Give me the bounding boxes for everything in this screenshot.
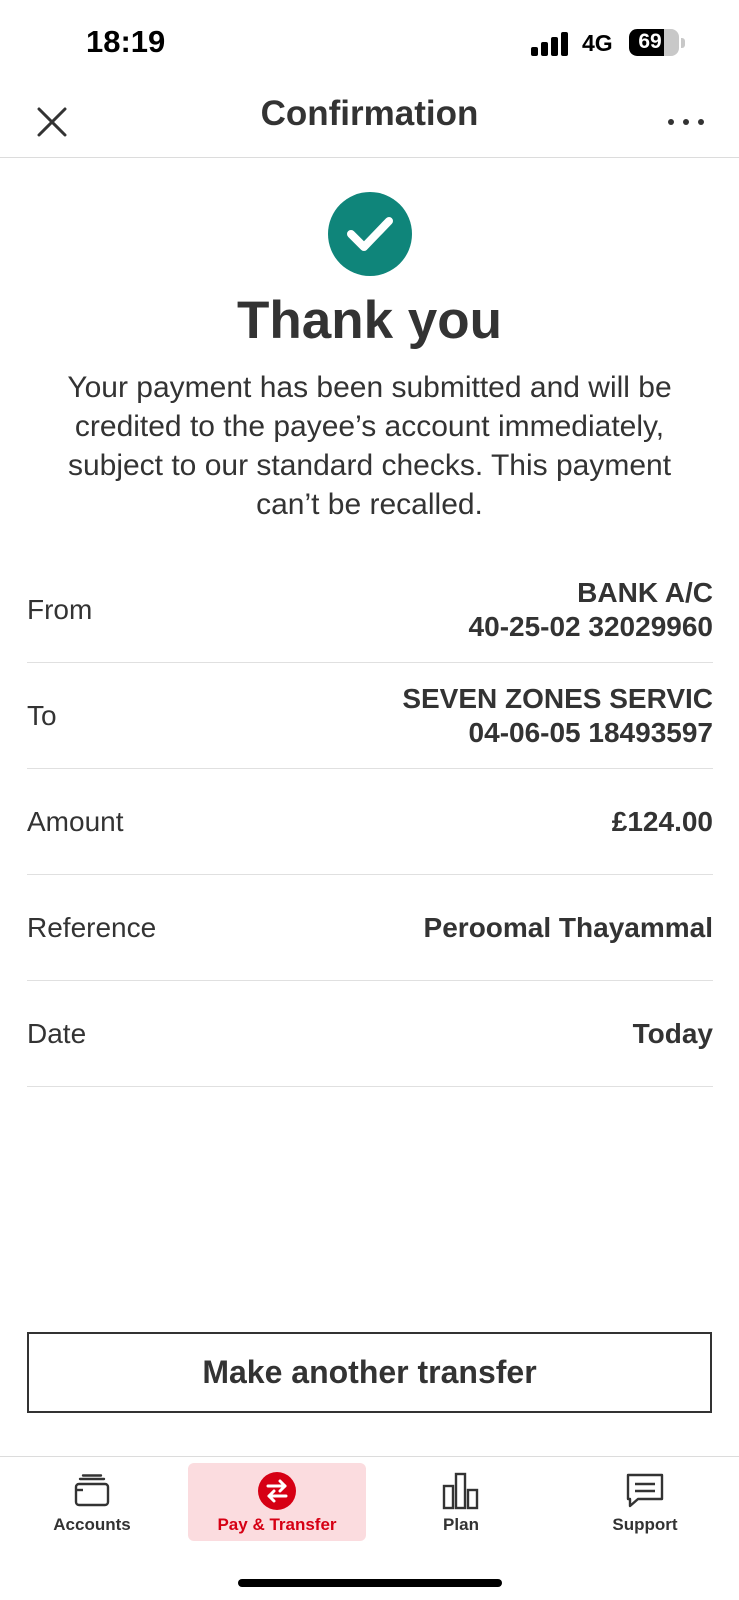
tab-plan-label: Plan [443,1515,479,1534]
to-label: To [27,699,57,731]
amount-value: £124.00 [611,805,713,837]
success-badge [328,192,412,276]
status-bar: 18:19 4G 69 [0,0,739,88]
wallet-icon [70,1469,114,1513]
tab-plan[interactable]: Plan [372,1463,550,1541]
more-options-icon [668,119,674,125]
detail-row-to: To SEVEN ZONES SERVIC 04-06-05 18493597 [27,663,713,769]
checkmark-icon [347,217,393,251]
from-label: From [27,593,93,625]
bar-chart-icon [439,1469,483,1513]
amount-label: Amount [27,805,124,837]
reference-value: Peroomal Thayammal [423,911,713,943]
status-time: 18:19 [86,24,166,59]
transfer-arrows-icon [255,1469,299,1513]
date-label: Date [27,1017,87,1049]
date-value: Today [632,1017,713,1049]
from-account-name: BANK A/C [577,576,713,608]
signal-strength-icon [531,30,571,56]
make-another-transfer-button[interactable]: Make another transfer [27,1332,712,1413]
reference-label: Reference [27,911,157,943]
to-account-number: 04-06-05 18493597 [468,716,713,748]
header: Confirmation [0,88,739,158]
payment-details: From BANK A/C 40-25-02 32029960 To SEVEN… [27,557,713,1087]
confirmation-message: Your payment has been submitted and will… [67,371,672,521]
tab-accounts-label: Accounts [53,1515,131,1534]
to-value: SEVEN ZONES SERVIC 04-06-05 18493597 [402,682,713,750]
page-title: Confirmation [260,94,479,133]
detail-row-reference: Reference Peroomal Thayammal [27,875,713,981]
detail-row-amount: Amount £124.00 [27,769,713,875]
tab-support-label: Support [612,1515,678,1534]
confirmation-title: Thank you [236,291,503,350]
more-options-button[interactable] [664,100,708,144]
detail-row-date: Date Today [27,981,713,1087]
home-indicator[interactable] [238,1579,502,1587]
to-payee-name: SEVEN ZONES SERVIC [402,682,713,714]
tab-pay-transfer-label: Pay & Transfer [217,1515,337,1534]
battery-percent: 69 [638,30,662,53]
from-value: BANK A/C 40-25-02 32029960 [469,576,713,644]
network-type: 4G [582,30,613,56]
tab-accounts[interactable]: Accounts [3,1463,181,1541]
tab-pay-transfer[interactable]: Pay & Transfer [188,1463,366,1541]
tab-support[interactable]: Support [556,1463,734,1541]
battery-nub [681,38,685,48]
from-account-number: 40-25-02 32029960 [468,610,713,642]
battery-icon: 69 [629,29,679,56]
chat-bubble-icon [623,1469,667,1513]
detail-row-from: From BANK A/C 40-25-02 32029960 [27,557,713,663]
